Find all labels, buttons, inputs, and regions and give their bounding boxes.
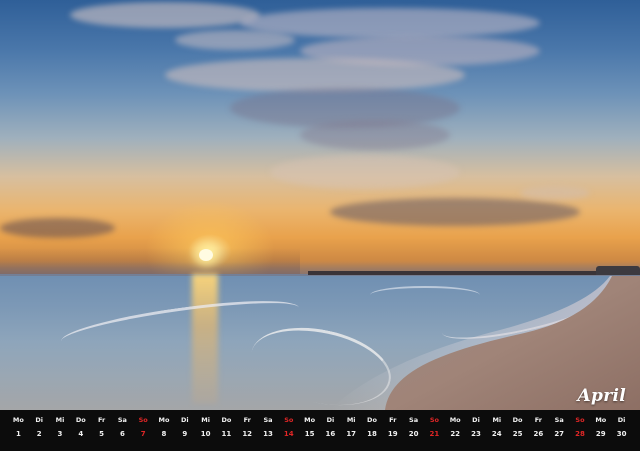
weekday-label: Sa bbox=[554, 416, 564, 424]
weekday-label: Do bbox=[221, 416, 232, 424]
weekday-label: Sa bbox=[409, 416, 419, 424]
weekday-label: Fr bbox=[243, 416, 251, 424]
day-number: 23 bbox=[471, 430, 481, 438]
calendar-day: Mi 10 bbox=[195, 410, 216, 451]
day-number: 25 bbox=[512, 430, 523, 438]
day-number: 16 bbox=[325, 430, 336, 438]
day-number: 7 bbox=[140, 430, 146, 438]
calendar-day: Mo 8 bbox=[154, 410, 175, 451]
day-number: 18 bbox=[367, 430, 377, 438]
day-number: 13 bbox=[263, 430, 273, 438]
day-number: 3 bbox=[57, 430, 63, 438]
day-number: 30 bbox=[616, 430, 627, 438]
calendar-day: Mo 29 bbox=[590, 410, 611, 451]
weekday-label: Sa bbox=[117, 416, 127, 424]
calendar-day: Fr 19 bbox=[382, 410, 403, 451]
calendar-day: Di 23 bbox=[466, 410, 487, 451]
day-number: 29 bbox=[595, 430, 606, 438]
weekday-label: Do bbox=[512, 416, 523, 424]
calendar-day: Sa 20 bbox=[403, 410, 424, 451]
day-number: 20 bbox=[408, 430, 419, 438]
weekday-label: Di bbox=[180, 416, 189, 424]
calendar-day: Fr 5 bbox=[91, 410, 112, 451]
day-number: 19 bbox=[387, 430, 398, 438]
weekday-label: So bbox=[429, 416, 439, 424]
weekday-label: Mo bbox=[449, 416, 461, 424]
calendar-day: Mi 17 bbox=[341, 410, 362, 451]
weekday-label: Mi bbox=[201, 416, 210, 424]
day-number: 8 bbox=[161, 430, 167, 438]
day-number: 28 bbox=[575, 430, 585, 438]
weekday-label: Do bbox=[75, 416, 86, 424]
day-number: 21 bbox=[429, 430, 440, 438]
calendar-page: April Mo 1 Di 2 Mi 3 Do 4 Fr 5 Sa 6 So 7 Mo 8 Di 9 Mi 10 Do 1… bbox=[0, 0, 640, 451]
calendar-day: Mo 22 bbox=[445, 410, 466, 451]
calendar-day: Fr 26 bbox=[528, 410, 549, 451]
weekday-label: Fr bbox=[389, 416, 397, 424]
day-number: 27 bbox=[554, 430, 565, 438]
weekday-label: Mo bbox=[12, 416, 24, 424]
weekday-label: Di bbox=[326, 416, 335, 424]
weekday-label: Mo bbox=[304, 416, 316, 424]
calendar-day: So 21 bbox=[424, 410, 445, 451]
calendar-day: So 7 bbox=[133, 410, 154, 451]
beach bbox=[330, 276, 640, 410]
calendar-day: Fr 12 bbox=[237, 410, 258, 451]
day-number: 1 bbox=[15, 430, 21, 438]
weekday-label: Mi bbox=[55, 416, 65, 424]
day-number: 24 bbox=[491, 430, 502, 438]
weekday-label: Di bbox=[472, 416, 480, 424]
calendar-strip: Mo 1 Di 2 Mi 3 Do 4 Fr 5 Sa 6 So 7 Mo 8 Di 9 Mi 10 Do 11 Fr 12 S… bbox=[0, 410, 640, 451]
calendar-day: Mi 24 bbox=[486, 410, 507, 451]
day-number: 14 bbox=[283, 430, 294, 438]
calendar-day: Do 11 bbox=[216, 410, 237, 451]
weekday-label: Di bbox=[617, 416, 626, 424]
day-number: 9 bbox=[182, 430, 188, 438]
calendar-day: Sa 6 bbox=[112, 410, 133, 451]
weekday-label: Mi bbox=[346, 416, 356, 424]
calendar-day: Do 18 bbox=[362, 410, 383, 451]
calendar-day: Mo 1 bbox=[8, 410, 29, 451]
weekday-label: Fr bbox=[534, 416, 542, 424]
weekday-label: So bbox=[575, 416, 585, 424]
weekday-label: Do bbox=[367, 416, 377, 424]
day-number: 15 bbox=[304, 430, 315, 438]
calendar-day: So 28 bbox=[570, 410, 591, 451]
calendar-day: Mo 15 bbox=[299, 410, 320, 451]
calendar-day: Mi 3 bbox=[50, 410, 71, 451]
calendar-day: Do 25 bbox=[507, 410, 528, 451]
calendar-day: Sa 13 bbox=[258, 410, 279, 451]
weekday-label: Mo bbox=[595, 416, 607, 424]
day-number: 11 bbox=[221, 430, 232, 438]
day-number: 5 bbox=[99, 430, 105, 438]
weekday-label: Mi bbox=[492, 416, 502, 424]
calendar-day: So 14 bbox=[278, 410, 299, 451]
calendar-day: Di 2 bbox=[29, 410, 50, 451]
day-number: 26 bbox=[533, 430, 544, 438]
day-number: 10 bbox=[200, 430, 211, 438]
day-number: 17 bbox=[346, 430, 357, 438]
weekday-label: So bbox=[138, 416, 148, 424]
day-number: 4 bbox=[78, 430, 84, 438]
day-number: 22 bbox=[450, 430, 461, 438]
calendar-day: Di 16 bbox=[320, 410, 341, 451]
calendar-day: Sa 27 bbox=[549, 410, 570, 451]
day-number: 12 bbox=[242, 430, 253, 438]
month-title: April bbox=[577, 386, 626, 406]
weekday-label: So bbox=[284, 416, 294, 424]
calendar-day: Di 30 bbox=[611, 410, 632, 451]
calendar-day: Di 9 bbox=[174, 410, 195, 451]
weekday-label: Sa bbox=[263, 416, 273, 424]
day-number: 6 bbox=[119, 430, 125, 438]
weekday-label: Fr bbox=[97, 416, 106, 424]
weekday-label: Di bbox=[35, 416, 43, 424]
day-number: 2 bbox=[36, 430, 42, 438]
weekday-label: Mo bbox=[158, 416, 170, 424]
calendar-day: Do 4 bbox=[70, 410, 91, 451]
